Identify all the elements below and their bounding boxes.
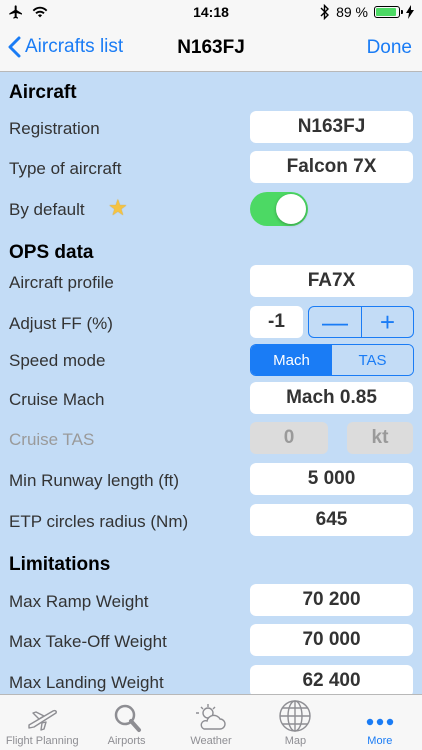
- ramp-weight-field[interactable]: 70 200: [250, 584, 413, 616]
- toggle-knob: [276, 194, 306, 224]
- adjust-ff-stepper: — +: [308, 306, 414, 338]
- globe-icon: [279, 700, 312, 732]
- default-label: By default: [9, 200, 85, 219]
- registration-label: Registration: [9, 119, 100, 138]
- tab-label: More: [367, 735, 393, 747]
- decrement-button[interactable]: —: [309, 307, 361, 337]
- landing-weight-field[interactable]: 62 400: [250, 665, 413, 694]
- cruise-tas-unit: kt: [347, 422, 413, 454]
- speed-mode-label: Speed mode: [9, 351, 106, 370]
- segment-mach[interactable]: Mach: [251, 345, 332, 375]
- tab-label: Airports: [107, 735, 146, 747]
- tab-label: Flight Planning: [5, 735, 79, 747]
- profile-field[interactable]: FA7X: [250, 265, 413, 297]
- tab-label: Map: [284, 735, 307, 747]
- speed-mode-segmented-control: Mach TAS: [250, 344, 414, 376]
- adjust-ff-field[interactable]: -1: [250, 306, 303, 338]
- cruise-mach-label: Cruise Mach: [9, 390, 105, 409]
- battery-icon: [374, 6, 403, 18]
- increment-button[interactable]: +: [361, 307, 413, 337]
- more-icon: [366, 718, 394, 726]
- done-button[interactable]: Done: [367, 37, 412, 59]
- status-bar: 14:18 89 %: [0, 0, 422, 24]
- runway-field[interactable]: 5 000: [250, 463, 413, 495]
- etp-label: ETP circles radius (Nm): [9, 512, 189, 531]
- section-title-aircraft: Aircraft: [9, 82, 77, 103]
- takeoff-weight-label: Max Take-Off Weight: [9, 632, 167, 651]
- ramp-weight-label: Max Ramp Weight: [9, 592, 149, 611]
- section-title-ops: OPS data: [9, 242, 94, 263]
- default-toggle[interactable]: [250, 192, 308, 226]
- type-label: Type of aircraft: [9, 159, 122, 178]
- section-title-limitations: Limitations: [9, 554, 111, 575]
- takeoff-weight-field[interactable]: 70 000: [250, 624, 413, 656]
- star-icon: ★: [108, 195, 128, 220]
- segment-tas[interactable]: TAS: [332, 345, 413, 375]
- battery-percent: 89 %: [336, 4, 368, 20]
- registration-field[interactable]: N163FJ: [250, 111, 413, 143]
- etp-field[interactable]: 645: [250, 504, 413, 536]
- weather-icon: [196, 704, 226, 730]
- tab-airports[interactable]: Airports: [84, 695, 168, 750]
- cruise-tas-label: Cruise TAS: [9, 430, 95, 449]
- adjust-label: Adjust FF (%): [9, 314, 113, 333]
- navigation-bar: Aircrafts list N163FJ Done: [0, 24, 422, 72]
- runway-label: Min Runway length (ft): [9, 471, 180, 490]
- search-icon: [114, 704, 141, 732]
- type-field[interactable]: Falcon 7X: [250, 151, 413, 183]
- profile-label: Aircraft profile: [9, 273, 114, 292]
- cruise-tas-field: 0: [250, 422, 328, 454]
- page-title: N163FJ: [177, 37, 245, 58]
- tab-label: Weather: [190, 735, 232, 747]
- aircraft-detail-form[interactable]: Aircraft Registration N163FJ Type of air…: [0, 72, 422, 694]
- landing-weight-label: Max Landing Weight: [9, 673, 164, 692]
- tab-weather[interactable]: Weather: [169, 695, 253, 750]
- tab-flight-planning[interactable]: Flight Planning: [0, 695, 84, 750]
- tab-bar: Flight Planning Airports Weather Map Mor…: [0, 694, 422, 750]
- charging-icon: [406, 5, 414, 19]
- airplane-icon: [28, 709, 58, 731]
- tab-more[interactable]: More: [338, 695, 422, 750]
- cruise-mach-field[interactable]: Mach 0.85: [250, 382, 413, 414]
- tab-map[interactable]: Map: [253, 695, 337, 750]
- bluetooth-icon: [320, 4, 330, 20]
